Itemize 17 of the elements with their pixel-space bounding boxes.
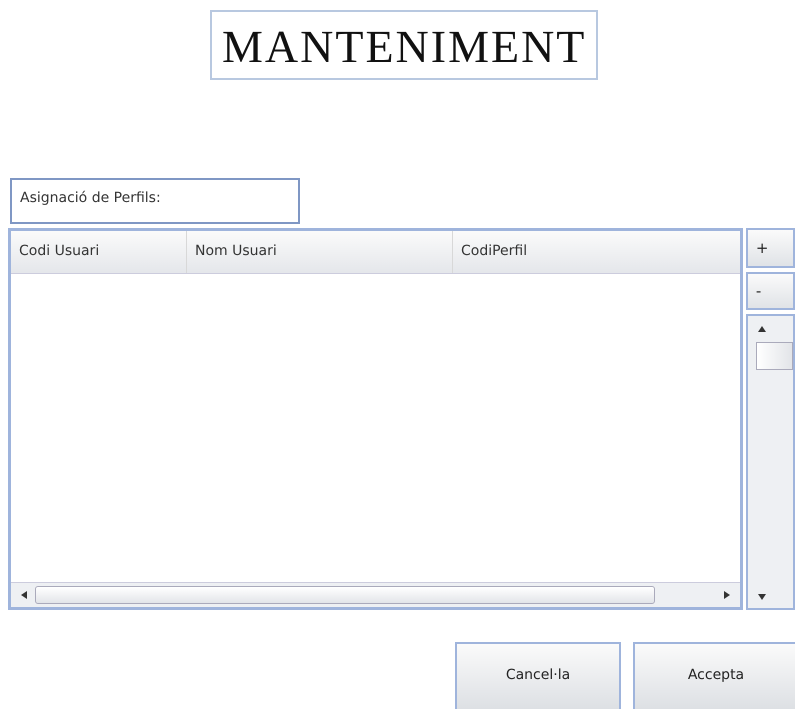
column-header[interactable]: CodiPerfil	[453, 231, 740, 273]
scroll-down-icon[interactable]	[758, 594, 766, 600]
page-title: MANTENIMENT	[210, 10, 598, 80]
dialog-button[interactable]: Accepta	[633, 642, 795, 709]
dialog-button[interactable]: Cancel·la	[455, 642, 621, 709]
column-header[interactable]: Codi Usuari	[11, 231, 187, 273]
scroll-up-icon[interactable]	[758, 326, 766, 332]
section-label: Asignació de Perfils:	[10, 178, 300, 224]
horizontal-scrollbar[interactable]	[11, 582, 740, 607]
row-button[interactable]: -	[746, 272, 795, 310]
scroll-right-icon[interactable]	[724, 591, 730, 599]
scroll-left-icon[interactable]	[21, 591, 27, 599]
scrollbar-thumb[interactable]	[756, 342, 793, 370]
scrollbar-thumb[interactable]	[35, 586, 655, 604]
row-button[interactable]: +	[746, 228, 795, 268]
vertical-scrollbar[interactable]	[746, 314, 795, 610]
column-header[interactable]: Nom Usuari	[187, 231, 453, 273]
